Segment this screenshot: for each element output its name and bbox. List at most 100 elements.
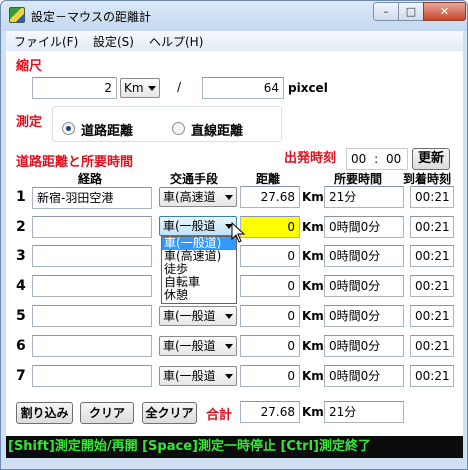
radio-straight-distance[interactable] <box>172 122 185 135</box>
distance-field: 27.68 <box>240 186 300 208</box>
window-title: 設定－マウスの距離計 <box>31 10 152 24</box>
time-field: 0時間0分 <box>324 365 404 387</box>
menu-bar: ファイル(F) 設定(S) ヘルプ(H) <box>6 31 463 51</box>
arrival-field: 00:21 <box>410 275 454 297</box>
status-bar: [Shift]測定開始/再開 [Space]測定一時停止 [Ctrl]測定終了 <box>6 436 463 458</box>
route-input[interactable] <box>32 335 152 357</box>
km-unit: Km <box>302 279 324 293</box>
maximize-button[interactable]: □ <box>398 2 424 21</box>
mode-value: 車(一般道 <box>163 369 216 383</box>
total-km-unit: Km <box>302 405 324 419</box>
col-header-distance: 距離 <box>256 172 281 186</box>
col-header-time: 所要時間 <box>334 172 383 186</box>
radio-road-distance-label[interactable]: 道路距離 <box>81 120 133 139</box>
menu-help[interactable]: ヘルプ(H) <box>149 33 203 50</box>
menu-settings[interactable]: 設定(S) <box>93 33 134 50</box>
km-unit: Km <box>302 339 324 353</box>
col-header-mode: 交通手段 <box>170 172 219 186</box>
km-unit: Km <box>302 190 324 204</box>
minimize-button[interactable]: – <box>373 2 399 21</box>
chevron-down-icon <box>225 195 233 200</box>
mode-select[interactable]: 車(高速道 <box>159 187 237 207</box>
distance-field: 0 <box>240 216 300 238</box>
section-heading: 道路距離と所要時間 <box>16 155 134 170</box>
app-icon <box>9 7 25 23</box>
mode-value: 車(高速道 <box>163 190 216 204</box>
departure-label: 出発時刻 <box>284 151 337 166</box>
client-area: 縮尺 2 Km / 64 pixcel 測定 道路距離 直線距離 道路距離と所要… <box>6 51 463 458</box>
row-number: 3 <box>16 248 26 264</box>
row-number: 4 <box>16 278 26 294</box>
total-time-field: 21分 <box>324 401 404 423</box>
time-field: 0時間0分 <box>324 275 404 297</box>
mode-select[interactable]: 車(一般道 <box>159 306 237 326</box>
app-window: 設定－マウスの距離計 – □ ✕ ファイル(F) 設定(S) ヘルプ(H) 縮尺… <box>0 0 468 470</box>
chevron-down-icon <box>225 344 233 349</box>
interrupt-button[interactable]: 割り込み <box>16 402 73 424</box>
mode-select[interactable]: 車(一般道 <box>159 216 237 236</box>
scale-separator: / <box>177 80 182 94</box>
arrival-field: 00:21 <box>410 186 454 208</box>
mode-value: 車(一般道 <box>163 339 216 353</box>
menu-file[interactable]: ファイル(F) <box>14 33 78 50</box>
row-number: 6 <box>16 338 26 354</box>
arrival-field: 00:21 <box>410 245 454 267</box>
mouse-pointer-icon <box>231 222 246 243</box>
departure-hour: 00 <box>351 152 367 166</box>
departure-colon: : <box>374 152 379 166</box>
clear-all-button[interactable]: 全クリア <box>142 402 197 424</box>
arrival-field: 00:21 <box>410 216 454 238</box>
time-field: 0時間0分 <box>324 335 404 357</box>
route-input[interactable] <box>32 216 152 238</box>
row-number: 1 <box>16 189 26 205</box>
mode-value: 車(一般道 <box>163 219 216 233</box>
distance-field: 0 <box>240 245 300 267</box>
route-input[interactable]: 新宿-羽田空港 <box>32 187 152 209</box>
departure-minute: 00 <box>385 152 402 166</box>
arrival-field: 00:21 <box>410 305 454 327</box>
route-input[interactable] <box>32 365 152 387</box>
scale-unit-value: Km <box>124 81 144 95</box>
arrival-field: 00:21 <box>410 335 454 357</box>
col-header-route: 経路 <box>78 172 103 186</box>
dropdown-option[interactable]: 休憩 <box>162 289 236 302</box>
update-button[interactable]: 更新 <box>412 148 450 170</box>
radio-road-distance[interactable] <box>62 122 75 135</box>
mode-dropdown-list[interactable]: 車(一般道) 車(高速道) 徒歩 自転車 休憩 <box>161 236 237 304</box>
km-unit: Km <box>302 249 324 263</box>
scale-unit-select[interactable]: Km <box>120 78 160 98</box>
mode-select[interactable]: 車(一般道 <box>159 336 237 356</box>
measure-heading: 測定 <box>16 115 43 130</box>
route-input[interactable] <box>32 305 152 327</box>
distance-field: 0 <box>240 335 300 357</box>
route-input[interactable] <box>32 245 152 267</box>
route-input[interactable] <box>32 275 152 297</box>
km-unit: Km <box>302 309 324 323</box>
time-field: 0時間0分 <box>324 245 404 267</box>
chevron-down-icon <box>225 314 233 319</box>
km-unit: Km <box>302 369 324 383</box>
distance-field: 0 <box>240 365 300 387</box>
row-number: 2 <box>16 219 26 235</box>
km-unit: Km <box>302 220 324 234</box>
title-bar[interactable]: 設定－マウスの距離計 – □ ✕ <box>1 1 467 31</box>
time-field: 0時間0分 <box>324 216 404 238</box>
clear-button[interactable]: クリア <box>80 402 134 424</box>
time-field: 21分 <box>324 186 404 208</box>
distance-field: 0 <box>240 305 300 327</box>
distance-field: 0 <box>240 275 300 297</box>
chevron-down-icon <box>225 374 233 379</box>
time-field: 0時間0分 <box>324 305 404 327</box>
radio-straight-distance-label[interactable]: 直線距離 <box>191 120 243 139</box>
departure-time-field[interactable]: 00 : 00 <box>346 148 408 170</box>
close-button[interactable]: ✕ <box>423 2 466 21</box>
arrival-field: 00:21 <box>410 365 454 387</box>
chevron-down-icon <box>148 86 156 91</box>
scale-distance-input[interactable]: 2 <box>32 77 117 99</box>
mode-value: 車(一般道 <box>163 309 216 323</box>
scale-pixel-input[interactable]: 64 <box>202 77 284 99</box>
row-number: 7 <box>16 368 26 384</box>
scale-pixel-label: pixcel <box>288 81 328 95</box>
total-label: 合計 <box>206 408 233 423</box>
mode-select[interactable]: 車(一般道 <box>159 366 237 386</box>
